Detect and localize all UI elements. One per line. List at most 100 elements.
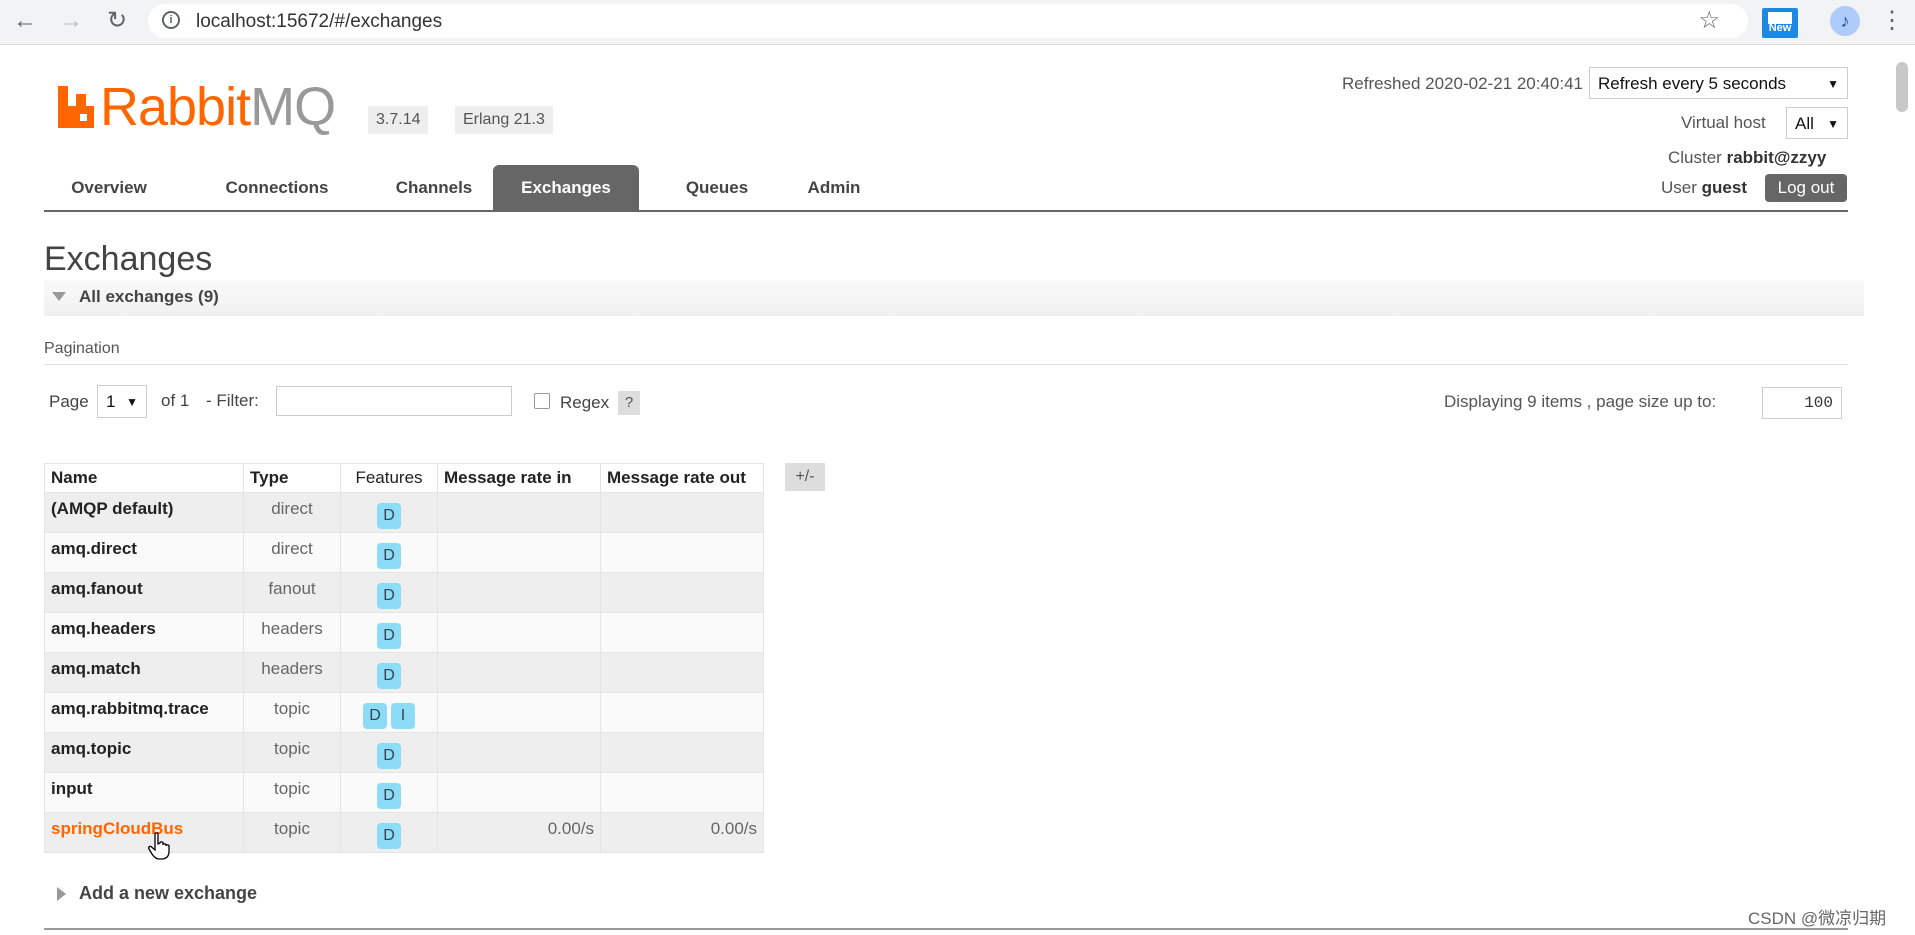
durable-badge: D	[377, 503, 401, 529]
rate-out	[600, 732, 764, 773]
rate-out: 0.00/s	[600, 812, 764, 853]
durable-badge: D	[377, 583, 401, 609]
filter-input[interactable]	[276, 386, 512, 416]
exchange-name[interactable]: amq.match	[44, 652, 244, 693]
column-toggle-button[interactable]: +/-	[785, 463, 825, 491]
forward-icon[interactable]: →	[56, 6, 86, 36]
col-header-name[interactable]: Name	[44, 463, 244, 493]
table-row[interactable]: amq.topic topic D	[44, 732, 764, 773]
section-divider	[44, 928, 1848, 930]
tab-channels[interactable]: Channels	[374, 165, 494, 211]
regex-checkbox[interactable]	[534, 393, 550, 409]
page-label: Page	[49, 392, 89, 411]
erlang-version-badge: Erlang 21.3	[455, 106, 553, 134]
rate-out	[600, 532, 764, 573]
durable-badge: D	[377, 823, 401, 849]
reload-icon[interactable]: ↻	[102, 6, 132, 36]
cluster-name: rabbit@zzyy	[1726, 148, 1827, 167]
table-row[interactable]: amq.match headers D	[44, 652, 764, 693]
address-bar[interactable]: i localhost:15672/#/exchanges ☆	[148, 4, 1748, 38]
table-row[interactable]: amq.fanout fanout D	[44, 572, 764, 613]
cluster-info: Cluster rabbit@zzyy	[1668, 148, 1826, 168]
durable-badge: D	[377, 743, 401, 769]
browser-menu-icon[interactable]: ⋮	[1880, 6, 1904, 36]
page-count-label: of 1	[161, 391, 190, 410]
profile-avatar-icon[interactable]: ♪	[1830, 6, 1860, 36]
exchange-type: topic	[243, 812, 341, 853]
extension-label: New	[1768, 22, 1792, 34]
virtual-host-label: Virtual host	[1681, 113, 1766, 132]
url-text[interactable]: localhost:15672/#/exchanges	[196, 11, 442, 33]
rate-in	[437, 772, 601, 813]
col-header-rate-out[interactable]: Message rate out	[600, 463, 764, 493]
displaying-label: Displaying 9 items , page size up to:	[1444, 392, 1717, 411]
bookmark-star-icon[interactable]: ☆	[1698, 6, 1720, 35]
page-select[interactable]: 1 ▼	[97, 385, 147, 418]
exchange-features: D	[340, 612, 438, 653]
exchange-type: headers	[243, 612, 341, 653]
all-exchanges-section-toggle[interactable]: All exchanges (9)	[44, 280, 1864, 316]
durable-badge: D	[363, 703, 387, 729]
exchange-type: topic	[243, 772, 341, 813]
rate-out	[600, 572, 764, 613]
tab-overview[interactable]: Overview	[44, 165, 174, 211]
refresh-interval-value: Refresh every 5 seconds	[1598, 74, 1787, 93]
dropdown-caret-icon: ▼	[1827, 117, 1839, 131]
filter-label: - Filter:	[206, 391, 259, 410]
exchange-type: direct	[243, 532, 341, 573]
exchange-name[interactable]: (AMQP default)	[44, 492, 244, 533]
rate-in	[437, 692, 601, 733]
tab-admin[interactable]: Admin	[784, 165, 884, 211]
user-name: guest	[1701, 178, 1747, 197]
scrollbar-thumb[interactable]	[1896, 62, 1908, 112]
exchange-name[interactable]: amq.headers	[44, 612, 244, 653]
exchange-name[interactable]: springCloudBus	[44, 812, 244, 853]
table-row[interactable]: amq.headers headers D	[44, 612, 764, 653]
durable-badge: D	[377, 663, 401, 689]
info-icon[interactable]: i	[162, 11, 180, 29]
internal-badge: I	[391, 703, 415, 729]
tab-queues[interactable]: Queues	[662, 165, 772, 211]
back-icon[interactable]: ←	[10, 6, 40, 36]
col-header-rate-in[interactable]: Message rate in	[437, 463, 601, 493]
col-header-features: Features	[340, 463, 438, 493]
exchange-name[interactable]: input	[44, 772, 244, 813]
table-row[interactable]: amq.rabbitmq.trace topic DI	[44, 692, 764, 733]
col-header-type[interactable]: Type	[243, 463, 341, 493]
exchange-name[interactable]: amq.direct	[44, 532, 244, 573]
extension-new-icon[interactable]: New	[1762, 8, 1798, 38]
exchange-type: headers	[243, 652, 341, 693]
add-exchange-toggle[interactable]: Add a new exchange	[79, 883, 257, 904]
version-badge: 3.7.14	[368, 106, 429, 134]
pagination-divider	[44, 364, 1848, 365]
user-info: User guest	[1661, 178, 1747, 198]
refresh-interval-select[interactable]: Refresh every 5 seconds ▼	[1589, 67, 1848, 99]
pagination-label: Pagination	[44, 340, 120, 357]
logo-rabbit: Rabbit	[100, 77, 251, 137]
exchange-name[interactable]: amq.rabbitmq.trace	[44, 692, 244, 733]
table-row[interactable]: (AMQP default) direct D	[44, 492, 764, 533]
hand-cursor-icon	[148, 832, 170, 860]
watermark: CSDN @微凉归期	[1748, 909, 1887, 928]
virtual-host-select[interactable]: All ▼	[1786, 107, 1848, 139]
regex-help-button[interactable]: ?	[618, 391, 640, 415]
exchange-name[interactable]: amq.fanout	[44, 572, 244, 613]
tab-connections[interactable]: Connections	[202, 165, 352, 211]
logout-button[interactable]: Log out	[1765, 174, 1847, 202]
expand-triangle-icon	[57, 887, 66, 901]
rate-out	[600, 772, 764, 813]
table-row[interactable]: input topic D	[44, 772, 764, 813]
exchange-type: fanout	[243, 572, 341, 613]
tab-divider	[44, 210, 1848, 212]
tab-exchanges[interactable]: Exchanges	[493, 165, 639, 211]
page-size-input[interactable]: 100	[1762, 387, 1842, 419]
exchange-features: D	[340, 532, 438, 573]
exchanges-table: Name Type Features Message rate in Messa…	[44, 463, 764, 853]
rate-out	[600, 492, 764, 533]
durable-badge: D	[377, 783, 401, 809]
exchange-features: D	[340, 732, 438, 773]
exchange-features: D	[340, 812, 438, 853]
table-row[interactable]: amq.direct direct D	[44, 532, 764, 573]
exchange-name[interactable]: amq.topic	[44, 732, 244, 773]
page-value: 1	[106, 392, 116, 411]
